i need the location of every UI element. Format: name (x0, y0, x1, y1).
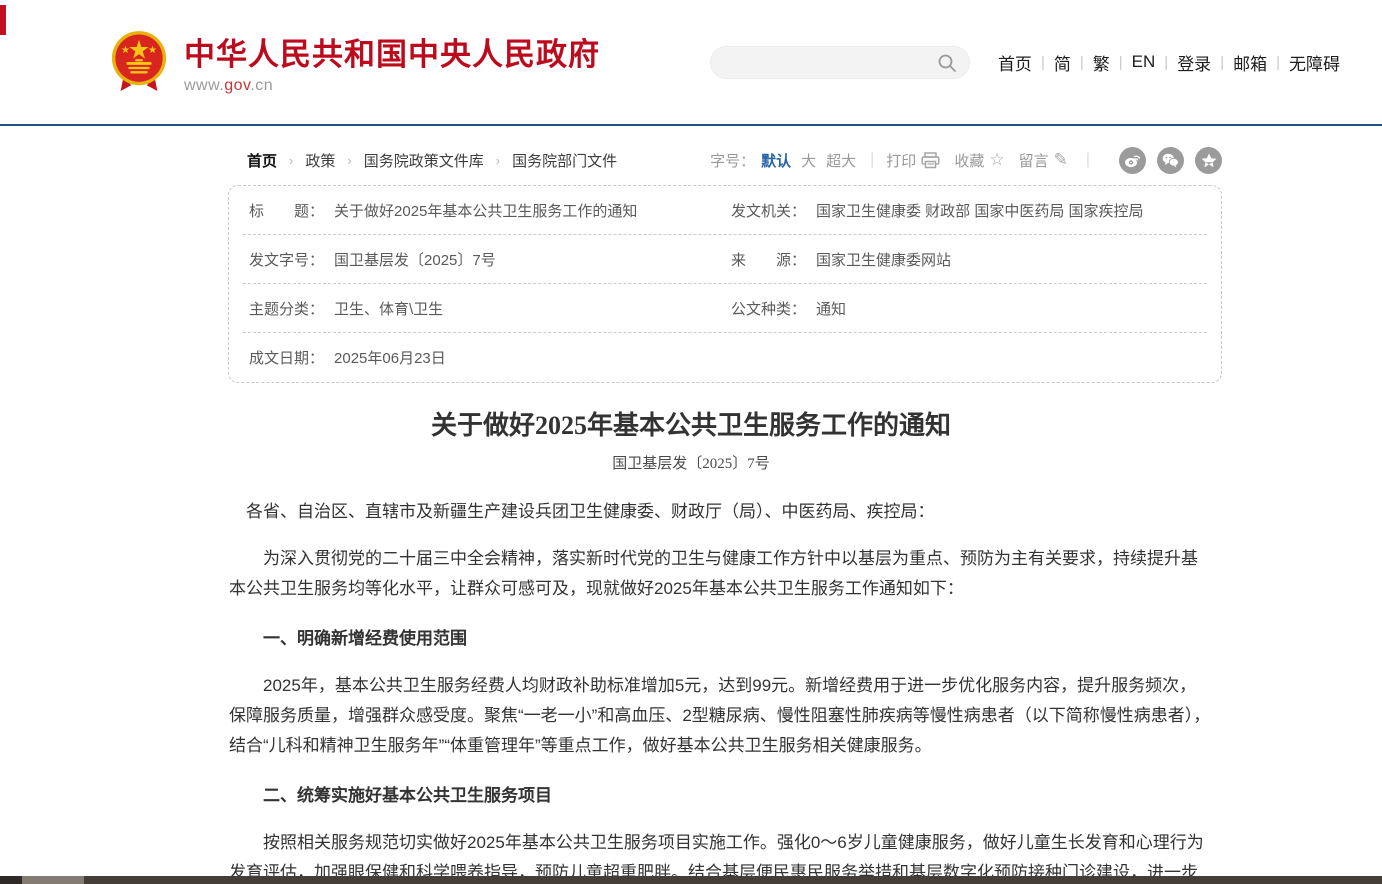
comment-button[interactable]: 留言 ✎ (1019, 150, 1068, 171)
toolbar-row: 首页 › 政策 › 国务院政策文件库 › 国务院部门文件 字号： 默认 大 超大 | 打印 (228, 144, 1222, 176)
nav-divider: | (1220, 54, 1224, 71)
star-icon: ☆ (989, 150, 1004, 170)
meta-cell: 发文字号： 国卫基层发〔2025〕7号 (243, 249, 725, 270)
header-right: 首页 | 简 | 繁 | EN | 登录 | 邮箱 | 无障碍 (710, 46, 1340, 79)
scrollbar-thumb[interactable] (22, 876, 84, 884)
font-size-large[interactable]: 大 (801, 150, 816, 171)
meta-value: 国卫基层发〔2025〕7号 (334, 249, 496, 270)
breadcrumb-item-4[interactable]: 国务院部门文件 (512, 150, 617, 171)
pencil-icon: ✎ (1054, 150, 1068, 170)
meta-label: 公文种类： (731, 298, 806, 319)
nav-divider: | (1164, 54, 1168, 71)
divider: | (870, 151, 874, 169)
nav-divider: | (1119, 54, 1123, 71)
article-heading-3: 一、明确新增经费使用范围 (229, 624, 1211, 654)
meta-cell: 成文日期： 2025年06月23日 (243, 347, 725, 368)
breadcrumb: 首页 › 政策 › 国务院政策文件库 › 国务院部门文件 (228, 150, 617, 171)
meta-label: 发文字号： (249, 249, 324, 270)
site-header: 中华人民共和国中央人民政府 www.gov.cn 首页 | 简 | 繁 | EN | 登录 | 邮箱… (0, 0, 1382, 126)
site-title: 中华人民共和国中央人民政府 (184, 29, 600, 74)
site-url-gov: gov (224, 77, 250, 94)
meta-cell: 主题分类： 卫生、体育\卫生 (243, 298, 725, 319)
printer-icon (921, 152, 940, 169)
page: 中华人民共和国中央人民政府 www.gov.cn 首页 | 简 | 繁 | EN | 登录 | 邮箱… (0, 0, 1382, 884)
top-nav: 首页 | 简 | 繁 | EN | 登录 | 邮箱 | 无障碍 (998, 50, 1340, 75)
site-url-cn: .cn (250, 77, 273, 94)
breadcrumb-separator-icon: › (289, 153, 293, 168)
meta-value: 卫生、体育\卫生 (334, 298, 443, 319)
print-button[interactable]: 打印 (886, 150, 940, 171)
document-meta-table: 标 题： 关于做好2025年基本公共卫生服务工作的通知 发文机关： 国家卫生健康委 财… (228, 185, 1222, 383)
article-title: 关于做好2025年基本公共卫生服务工作的通知 (0, 405, 1382, 442)
meta-label: 标 题： (249, 200, 324, 221)
favorite-label: 收藏 (954, 150, 984, 171)
article-salutation-1: 各省、自治区、直辖市及新疆生产建设兵团卫生健康委、财政厅（局）、中医药局、疾控局… (229, 497, 1211, 527)
meta-cell: 公文种类： 通知 (725, 298, 1207, 319)
bottom-scrollbar[interactable] (0, 876, 1382, 884)
meta-value: 国家卫生健康委 财政部 国家中医药局 国家疾控局 (816, 200, 1144, 221)
article-doc-number: 国卫基层发〔2025〕7号 (0, 452, 1382, 473)
print-label: 打印 (886, 150, 916, 171)
meta-row: 发文字号： 国卫基层发〔2025〕7号 来 源： 国家卫生健康委网站 (243, 235, 1207, 284)
font-size-label: 字号： (710, 150, 755, 171)
meta-cell: 标 题： 关于做好2025年基本公共卫生服务工作的通知 (243, 200, 725, 221)
top-nav-item-4[interactable]: EN (1132, 52, 1156, 72)
divider: | (1086, 151, 1090, 169)
meta-label: 成文日期： (249, 347, 324, 368)
nav-divider: | (1080, 54, 1084, 71)
top-nav-item-5[interactable]: 登录 (1177, 50, 1211, 75)
nav-divider: | (1041, 54, 1045, 71)
meta-label: 发文机关： (731, 200, 806, 221)
meta-value: 2025年06月23日 (334, 347, 446, 368)
comment-label: 留言 (1019, 150, 1049, 171)
article-paragraph-4: 2025年，基本公共卫生服务经费人均财政补助标准增加5元，达到99元。新增经费用… (229, 671, 1211, 761)
search-input[interactable] (711, 47, 969, 78)
top-nav-item-1[interactable]: 首页 (998, 50, 1032, 75)
breadcrumb-separator-icon: › (347, 153, 351, 168)
social-share (1108, 147, 1222, 174)
meta-value: 国家卫生健康委网站 (816, 249, 951, 270)
left-edge-red-tab (0, 5, 6, 35)
doc-tools: 字号： 默认 大 超大 | 打印 收藏 ☆ (710, 147, 1222, 174)
top-nav-item-6[interactable]: 邮箱 (1233, 50, 1267, 75)
meta-cell: 来 源： 国家卫生健康委网站 (725, 249, 1207, 270)
meta-label: 来 源： (731, 249, 806, 270)
meta-value: 通知 (816, 298, 846, 319)
breadcrumb-separator-icon: › (496, 153, 500, 168)
top-nav-item-7[interactable]: 无障碍 (1289, 50, 1340, 75)
font-size-xlarge[interactable]: 超大 (826, 150, 856, 171)
favorite-button[interactable]: 收藏 ☆ (954, 150, 1004, 171)
national-emblem-icon (110, 30, 168, 94)
top-nav-item-3[interactable]: 繁 (1093, 50, 1110, 75)
article-body: 各省、自治区、直辖市及新疆生产建设兵团卫生健康委、财政厅（局）、中医药局、疾控局… (229, 497, 1211, 884)
meta-row: 主题分类： 卫生、体育\卫生 公文种类： 通知 (243, 284, 1207, 333)
article-heading-5: 二、统筹实施好基本公共卫生服务项目 (229, 781, 1211, 811)
breadcrumb-item-3[interactable]: 国务院政策文件库 (364, 150, 484, 171)
meta-cell: 发文机关： 国家卫生健康委 财政部 国家中医药局 国家疾控局 (725, 200, 1207, 221)
font-size-default[interactable]: 默认 (761, 150, 791, 171)
site-logo[interactable]: 中华人民共和国中央人民政府 www.gov.cn (110, 29, 600, 95)
qzone-icon[interactable] (1195, 147, 1222, 174)
site-url-www: www. (184, 77, 224, 94)
search-box[interactable] (710, 46, 970, 79)
meta-row: 标 题： 关于做好2025年基本公共卫生服务工作的通知 发文机关： 国家卫生健康委 财… (243, 186, 1207, 235)
wechat-icon[interactable] (1157, 147, 1184, 174)
article-paragraph-2: 为深入贯彻党的二十届三中全会精神，落实新时代党的卫生与健康工作方针中以基层为重点… (229, 544, 1211, 604)
breadcrumb-item-1[interactable]: 首页 (247, 150, 277, 171)
scrollbar-corner (0, 876, 22, 884)
nav-divider: | (1276, 54, 1280, 71)
meta-label: 主题分类： (249, 298, 324, 319)
meta-row: 成文日期： 2025年06月23日 (243, 333, 1207, 382)
logo-text: 中华人民共和国中央人民政府 www.gov.cn (184, 29, 600, 95)
breadcrumb-item-2[interactable]: 政策 (305, 150, 335, 171)
search-icon[interactable] (937, 53, 957, 73)
meta-value: 关于做好2025年基本公共卫生服务工作的通知 (334, 200, 637, 221)
site-url: www.gov.cn (184, 77, 600, 95)
weibo-icon[interactable] (1119, 147, 1146, 174)
top-nav-item-2[interactable]: 简 (1054, 50, 1071, 75)
